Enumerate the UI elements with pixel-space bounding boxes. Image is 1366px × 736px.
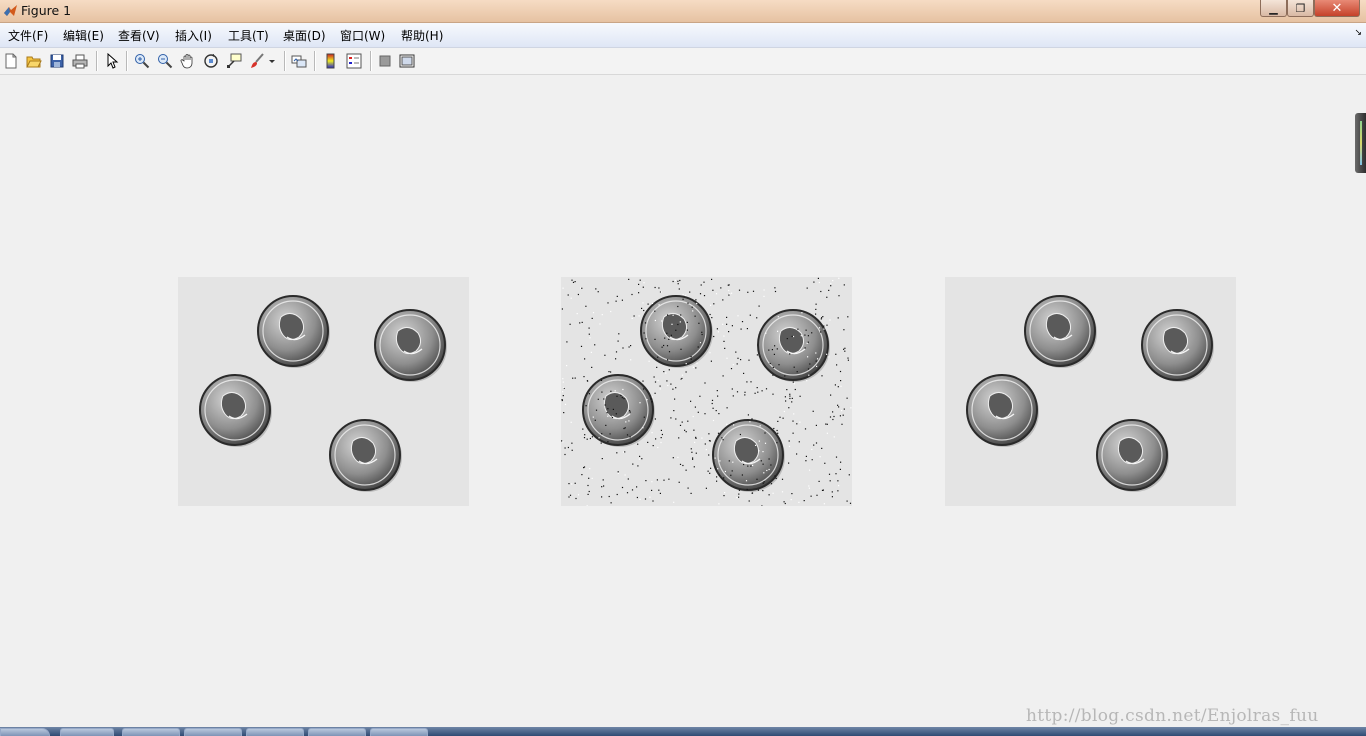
filtered-coins-image — [945, 277, 1236, 506]
brush-dropdown-icon[interactable] — [266, 52, 278, 70]
figure-canvas: http://blog.csdn.net/Enjolras_fuu — [0, 75, 1366, 727]
figure-toolbar — [0, 48, 1366, 75]
coin — [1024, 295, 1097, 368]
restore-button[interactable]: ❐ — [1287, 0, 1314, 17]
menu-window[interactable]: 窗口(W) — [340, 27, 385, 44]
coin — [1141, 309, 1214, 382]
window-title: Figure 1 — [21, 3, 72, 18]
menubar-dock-arrow-icon[interactable]: ↘ — [1354, 28, 1362, 38]
hide-plot-tools-icon[interactable] — [376, 52, 394, 70]
link-plot-icon[interactable] — [290, 52, 308, 70]
taskbar-app-1[interactable] — [60, 728, 114, 736]
menu-view[interactable]: 查看(V) — [118, 27, 160, 44]
taskbar-app-3[interactable] — [184, 728, 242, 736]
menu-help[interactable]: 帮助(H) — [401, 27, 443, 44]
zoom-in-icon[interactable] — [133, 52, 151, 70]
open-file-icon[interactable] — [25, 52, 43, 70]
window-titlebar: Figure 1 ▁ ❐ ✕ — [0, 0, 1366, 23]
coin — [374, 309, 447, 382]
print-icon[interactable] — [71, 52, 89, 70]
data-cursor-icon[interactable] — [225, 52, 243, 70]
coin — [257, 295, 330, 368]
show-plot-tools-icon[interactable] — [398, 52, 416, 70]
coin — [1096, 419, 1169, 492]
menu-file[interactable]: 文件(F) — [8, 27, 48, 44]
select-arrow-icon[interactable] — [103, 52, 121, 70]
original-coins-image — [178, 277, 469, 506]
coin — [582, 374, 655, 447]
rotate-3d-icon[interactable] — [202, 52, 220, 70]
coin — [329, 419, 402, 492]
coin — [966, 374, 1039, 447]
brush-icon[interactable] — [248, 52, 266, 70]
zoom-out-icon[interactable] — [156, 52, 174, 70]
coin — [199, 374, 272, 447]
side-dock-handle[interactable] — [1355, 113, 1366, 173]
matlab-logo-icon — [4, 5, 17, 16]
os-taskbar — [0, 727, 1366, 736]
watermark-text: http://blog.csdn.net/Enjolras_fuu — [1026, 706, 1319, 726]
pan-hand-icon[interactable] — [179, 52, 197, 70]
menu-edit[interactable]: 编辑(E) — [63, 27, 104, 44]
start-button[interactable] — [0, 728, 50, 736]
taskbar-app-2[interactable] — [122, 728, 180, 736]
legend-icon[interactable] — [345, 52, 363, 70]
new-figure-icon[interactable] — [2, 52, 20, 70]
menu-insert[interactable]: 插入(I) — [175, 27, 212, 44]
taskbar-app-5[interactable] — [308, 728, 366, 736]
minimize-button[interactable]: ▁ — [1260, 0, 1287, 17]
coin — [712, 419, 785, 492]
taskbar-app-6[interactable] — [370, 728, 428, 736]
taskbar-app-4[interactable] — [246, 728, 304, 736]
menu-tools[interactable]: 工具(T) — [228, 27, 269, 44]
noisy-coins-image — [561, 277, 852, 506]
save-icon[interactable] — [48, 52, 66, 70]
close-button[interactable]: ✕ — [1314, 0, 1360, 17]
menu-bar: 文件(F) 编辑(E) 查看(V) 插入(I) 工具(T) 桌面(D) 窗口(W… — [0, 23, 1366, 48]
colorbar-icon[interactable] — [322, 52, 340, 70]
menu-desktop[interactable]: 桌面(D) — [283, 27, 326, 44]
coin — [757, 309, 830, 382]
